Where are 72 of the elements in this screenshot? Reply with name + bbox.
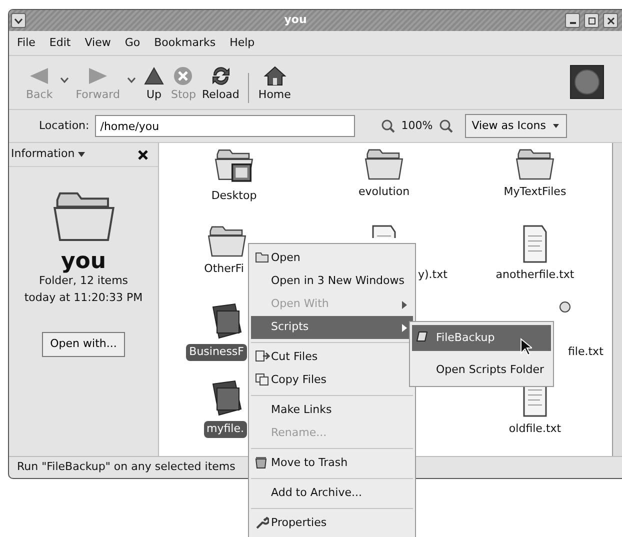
file-name[interactable]: y).txt xyxy=(415,267,450,284)
menu-item[interactable]: Edit xyxy=(49,34,71,52)
file-icon xyxy=(559,301,571,313)
trash-icon xyxy=(255,456,267,469)
caret-icon xyxy=(14,18,23,24)
close-button[interactable] xyxy=(603,13,618,28)
reload-icon xyxy=(210,64,232,86)
close-icon xyxy=(138,150,148,160)
folder-icon xyxy=(515,147,555,181)
dropdown-caret-icon xyxy=(126,76,136,82)
location-label: Location: xyxy=(39,118,90,134)
toolbar-button[interactable]: Up xyxy=(140,64,168,103)
location-field[interactable]: /home/you xyxy=(95,115,356,137)
zoom-in-icon xyxy=(438,119,453,133)
submenu-arrow-icon xyxy=(402,300,407,308)
desktop-folder-icon xyxy=(214,147,254,185)
mouse-pointer-icon xyxy=(520,338,532,356)
dropdown-caret-icon xyxy=(60,76,69,82)
script-icon xyxy=(416,329,430,343)
scrollbar[interactable] xyxy=(612,143,622,456)
menu-item[interactable]: File xyxy=(17,34,36,52)
menu-item[interactable]: Add to Archive... xyxy=(251,482,413,505)
file-name[interactable]: anotherfile.txt xyxy=(492,267,578,284)
submenu-arrow-icon xyxy=(402,324,407,332)
wrench-icon xyxy=(255,516,269,530)
menu-item[interactable]: Bookmarks xyxy=(154,34,216,52)
menu-item[interactable]: Go xyxy=(124,34,140,52)
dropdown-caret-icon xyxy=(78,152,86,157)
folder-details: Folder, 12 items xyxy=(38,273,128,289)
file-name[interactable]: myfile. xyxy=(204,421,247,438)
menu-item[interactable]: Scripts xyxy=(251,316,413,339)
folder-icon xyxy=(255,251,269,263)
file-name[interactable]: Desktop xyxy=(208,188,260,204)
menu-item[interactable]: Open xyxy=(251,247,413,270)
maximize-button[interactable] xyxy=(584,13,599,28)
home-icon xyxy=(262,64,287,86)
menu-item[interactable]: Help xyxy=(230,34,255,52)
maximize-icon xyxy=(588,16,596,24)
file-name[interactable]: file.txt xyxy=(565,344,606,360)
view-mode-dropdown[interactable]: View as Icons xyxy=(464,114,567,138)
minimize-button[interactable] xyxy=(565,13,580,28)
folder-details: today at 11:20:33 PM xyxy=(24,290,143,306)
menu-item[interactable]: Open Scripts Folder xyxy=(412,357,551,383)
menu-item[interactable]: Open in 3 New Windows xyxy=(251,270,413,293)
toolbar-button[interactable]: Reload xyxy=(198,64,242,103)
window-menu-button[interactable] xyxy=(11,13,26,28)
folder-icon xyxy=(207,224,247,258)
close-icon xyxy=(606,16,614,24)
menu-item[interactable]: Cut Files xyxy=(251,346,413,369)
zoom-level: 100% xyxy=(401,118,433,134)
menu-item[interactable]: Properties xyxy=(251,512,413,535)
zoom-out-icon xyxy=(381,119,396,133)
file-name[interactable]: BusinessF xyxy=(186,344,247,360)
window-title: you xyxy=(283,12,308,28)
folder-name: you xyxy=(60,251,106,273)
file-name[interactable]: MyTextFiles xyxy=(500,184,570,200)
stop-icon xyxy=(172,64,194,86)
activity-indicator xyxy=(570,65,604,99)
file-name[interactable]: oldfile.txt xyxy=(506,421,564,438)
toolbar-button[interactable]: Home xyxy=(255,64,294,103)
menu-item[interactable]: FileBackup xyxy=(412,325,551,351)
folder-icon xyxy=(364,147,404,181)
menu-item[interactable]: View xyxy=(84,34,111,52)
sidebar-panel-dropdown[interactable]: Information xyxy=(11,146,86,163)
up-arrow-icon xyxy=(142,64,165,86)
dropdown-caret-icon xyxy=(552,123,560,129)
copy-files-icon xyxy=(255,373,269,386)
cut-files-icon xyxy=(255,350,270,363)
file-name[interactable]: evolution xyxy=(355,184,413,200)
menu-item[interactable]: Make Links xyxy=(251,399,413,422)
open-with-button[interactable]: Open with... xyxy=(42,332,125,356)
file-name[interactable]: OtherFi xyxy=(201,261,247,278)
